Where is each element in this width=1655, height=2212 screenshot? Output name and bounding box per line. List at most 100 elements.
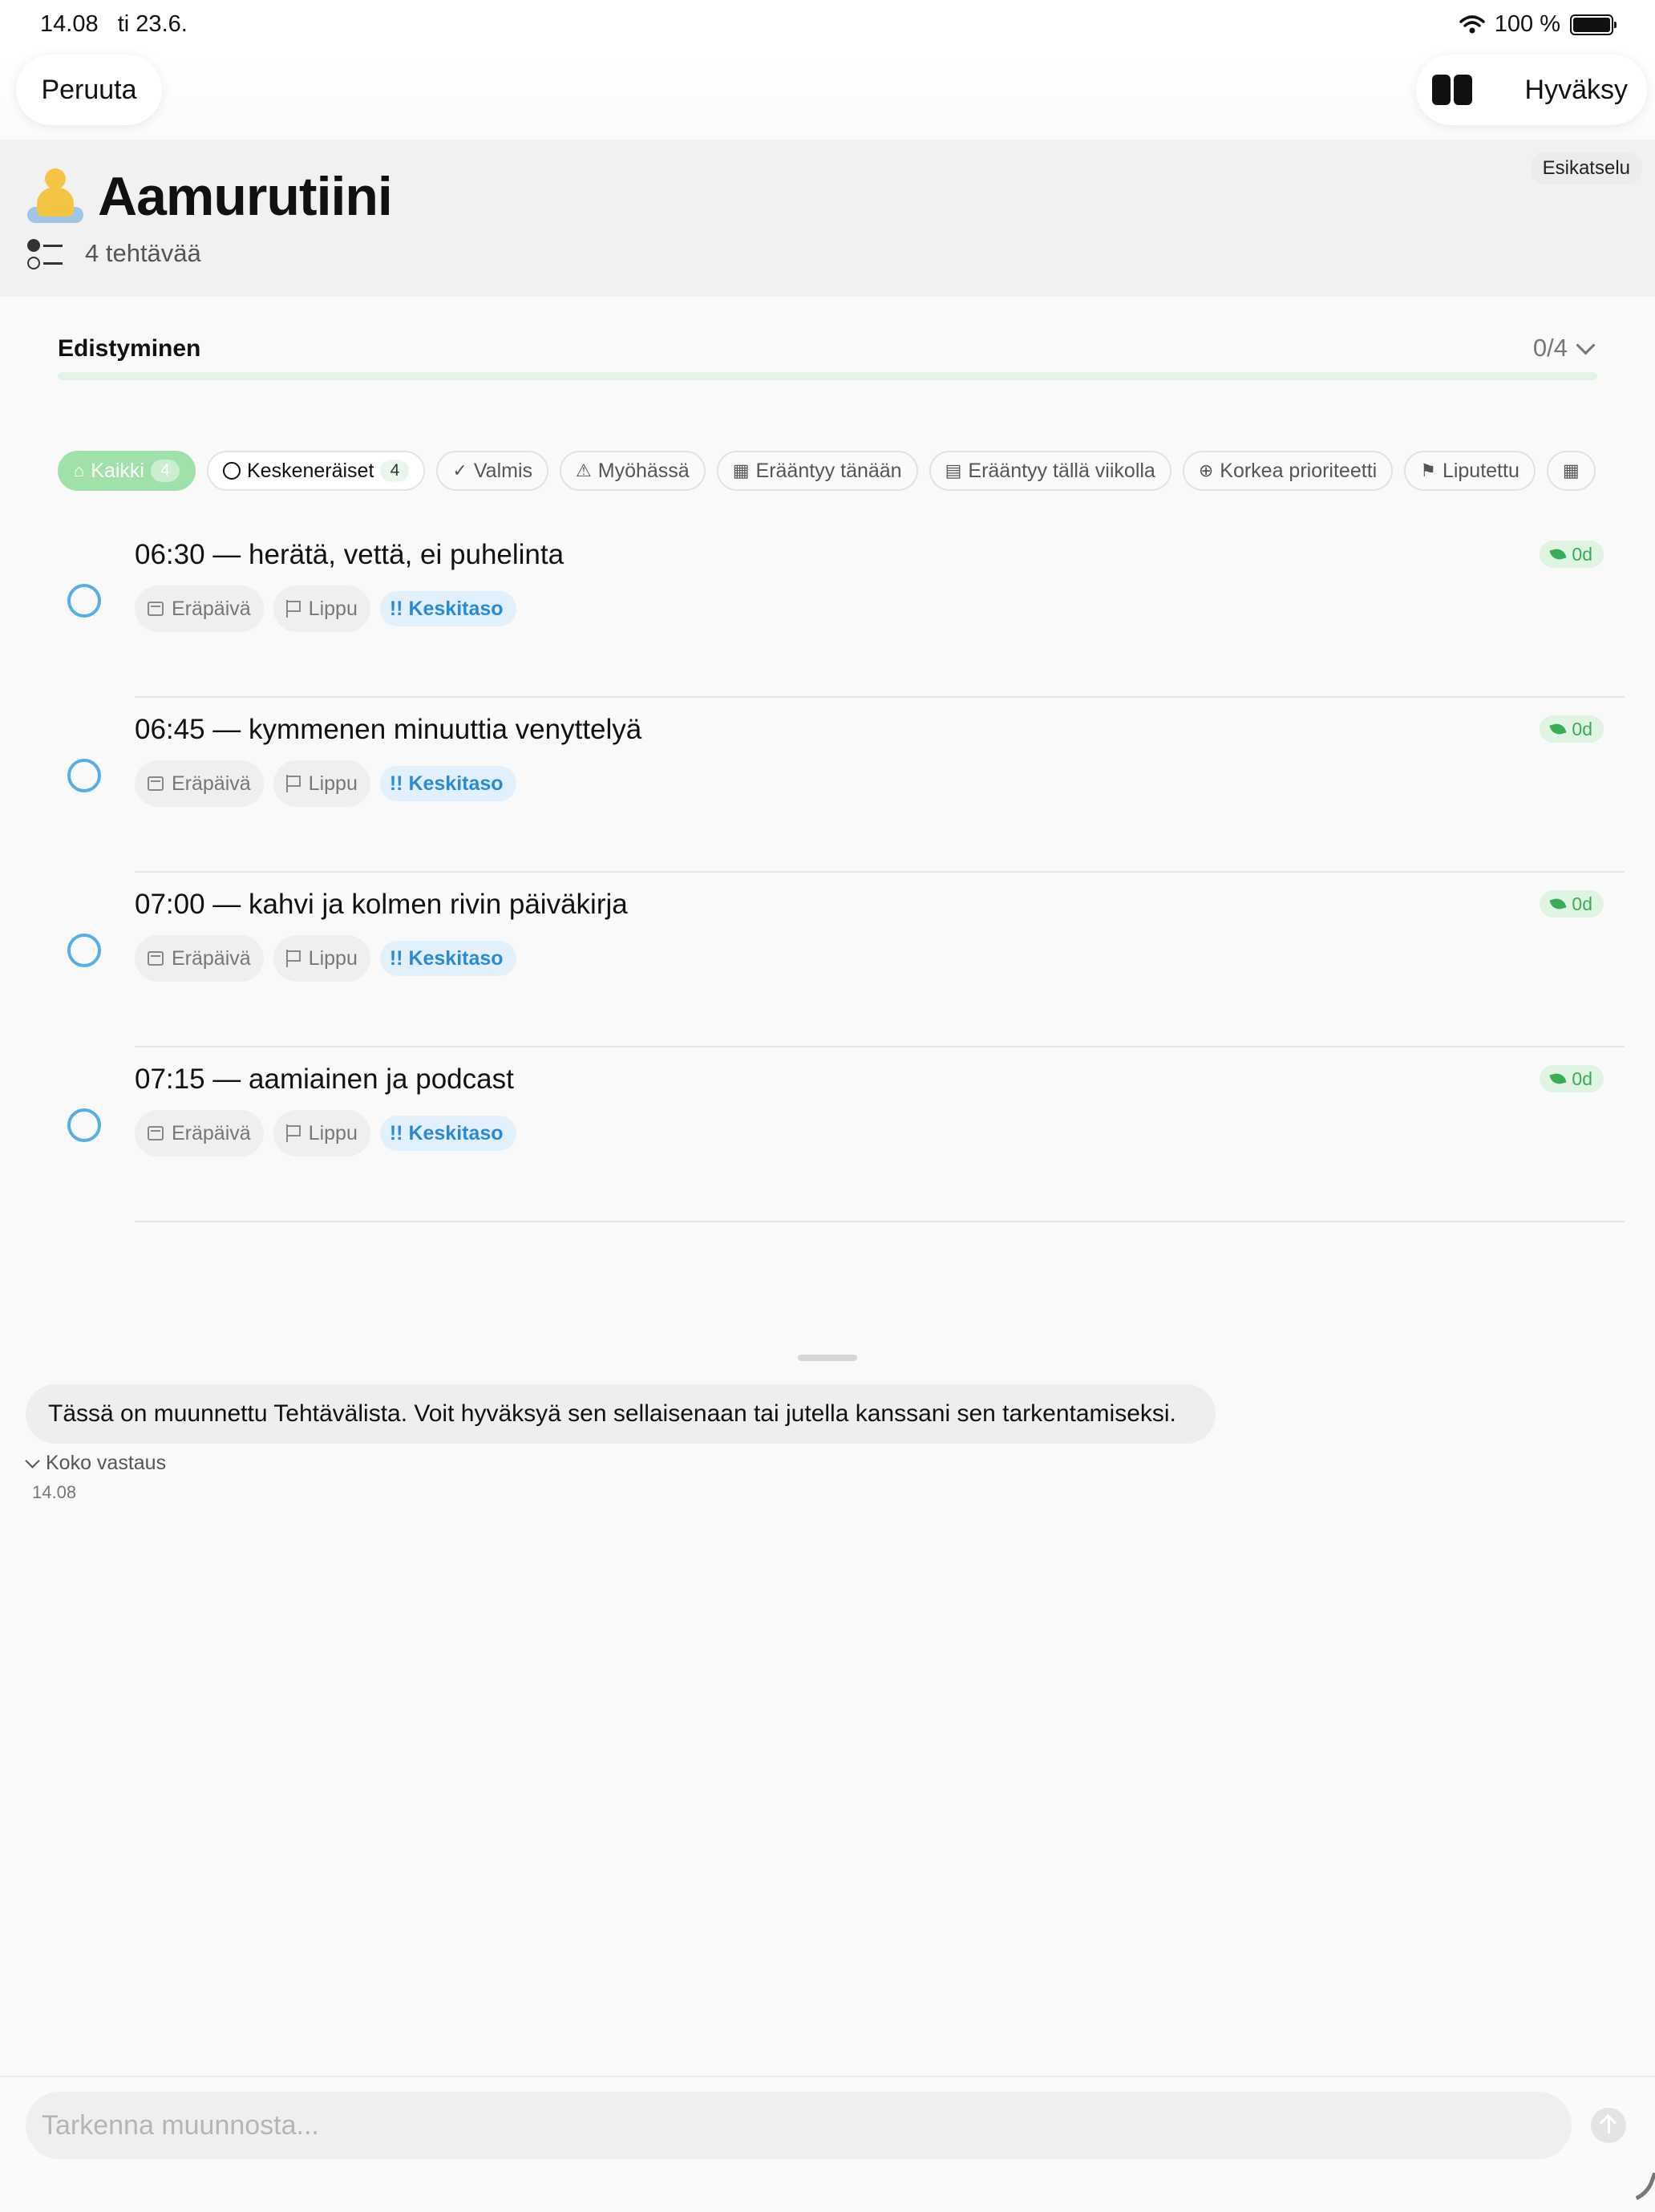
priority-label: !! Keskitaso	[389, 597, 504, 620]
leaf-icon	[1549, 1071, 1567, 1087]
nav-right-group: Hyväksy	[1416, 55, 1647, 125]
task-title[interactable]: 06:45 — kymmenen minuuttia venyttelyä	[135, 714, 641, 746]
preview-badge: Esikatselu	[1530, 152, 1642, 184]
arrow-up-circle-icon: ⊕	[1198, 460, 1214, 480]
filter-chip-0[interactable]: ⌂ Kaikki 4	[58, 451, 196, 491]
flag-button[interactable]: Lippu	[273, 935, 370, 982]
priority-button[interactable]: !! Keskitaso	[379, 591, 516, 626]
page-title: Aamurutiini	[98, 166, 393, 227]
filter-chip-5[interactable]: ▤ Erääntyy tällä viikolla	[929, 451, 1171, 491]
due-date-button[interactable]: Eräpäivä	[135, 760, 264, 807]
task-row[interactable]: 06:45 — kymmenen minuuttia venyttelyä Erä…	[58, 698, 1625, 873]
task-title[interactable]: 06:30 — herätä, vettä, ei puhelinta	[135, 539, 564, 571]
progress-bar	[58, 372, 1597, 380]
task-count-label: 4 tehtävää	[85, 239, 201, 267]
filter-chip-label: Korkea prioriteetti	[1220, 459, 1378, 482]
filter-chip-label: Myöhässä	[597, 459, 690, 482]
complete-checkbox[interactable]	[67, 934, 101, 967]
filter-chip-label: Valmis	[473, 459, 533, 482]
task-count-row: 4 tehtävää	[27, 237, 201, 269]
flag-button[interactable]: Lippu	[273, 1110, 370, 1157]
priority-button[interactable]: !! Keskitaso	[379, 766, 516, 801]
title-row: Aamurutiini	[27, 165, 393, 228]
send-button[interactable]	[1591, 2108, 1626, 2143]
filter-chip-label: Kaikki	[91, 459, 144, 482]
flag-button[interactable]: Lippu	[273, 760, 370, 807]
task-title[interactable]: 07:00 — kahvi ja kolmen rivin päiväkirja	[135, 889, 628, 921]
tray-icon: ⌂	[74, 460, 85, 480]
full-answer-label: Koko vastaus	[46, 1452, 167, 1474]
filter-chip-4[interactable]: ▦ Erääntyy tänään	[716, 451, 918, 491]
status-indicators: 100 %	[1459, 11, 1617, 38]
due-date-button[interactable]: Eräpäivä	[135, 585, 264, 632]
task-row[interactable]: 06:30 — herätä, vettä, ei puhelinta Eräpä…	[58, 523, 1625, 698]
filter-chip-7[interactable]: ⚑ Liputettu	[1404, 451, 1536, 491]
chevron-down-icon	[25, 1453, 40, 1469]
calendar-icon	[148, 602, 164, 616]
due-date-button[interactable]: Eräpäivä	[135, 935, 264, 982]
person-in-lotus-position-icon	[27, 168, 83, 225]
filter-chip-label: Liputettu	[1442, 459, 1519, 482]
complete-checkbox[interactable]	[67, 759, 101, 792]
age-label: 0d	[1572, 893, 1592, 914]
progress-toggle[interactable]: 0/4	[1533, 334, 1596, 363]
cancel-button[interactable]: Peruuta	[16, 55, 162, 125]
progress-label: Edistyminen	[58, 335, 201, 362]
chevron-down-icon	[1576, 334, 1596, 355]
flag-icon: ⚑	[1420, 460, 1436, 480]
message-timestamp: 14.08	[32, 1482, 77, 1502]
age-badge: 0d	[1540, 1065, 1604, 1092]
filter-chip-6[interactable]: ⊕ Korkea prioriteetti	[1182, 451, 1394, 491]
sheet-grabber[interactable]	[798, 1355, 857, 1361]
calendar-icon	[148, 776, 164, 791]
arrow-up-icon	[1607, 2117, 1610, 2133]
due-date-button[interactable]: Eräpäivä	[135, 1110, 264, 1157]
battery-icon	[1570, 14, 1617, 35]
flag-label: Lippu	[308, 946, 358, 970]
filter-chip-2[interactable]: ✓ Valmis	[436, 451, 549, 491]
task-tags: Eräpäivä Lippu !! Keskitaso	[135, 585, 516, 632]
complete-checkbox[interactable]	[67, 584, 101, 618]
navigation-bar	[0, 51, 1655, 140]
leaf-icon	[1549, 721, 1567, 737]
age-label: 0d	[1572, 543, 1592, 565]
filter-chip-row: ⌂ Kaikki 4 Keskeneräiset 4 ✓ Valmis ⚠ Myöhässä ▦ E…	[58, 451, 1596, 491]
due-date-label: Eräpäivä	[172, 946, 251, 970]
flag-icon	[285, 1124, 301, 1142]
filter-bar: ⌂ Kaikki 4 Keskeneräiset 4 ✓ Valmis ⚠ Myöhässä ▦ E…	[0, 441, 1631, 505]
flag-label: Lippu	[308, 772, 358, 795]
sidebar-split-icon[interactable]	[1432, 75, 1472, 105]
flag-label: Lippu	[308, 1121, 358, 1144]
leaf-icon	[1549, 896, 1567, 912]
due-date-label: Eräpäivä	[172, 597, 251, 620]
assistant-message-text: Tässä on muunnettu Tehtävälista. Voit hy…	[48, 1400, 1176, 1427]
priority-button[interactable]: !! Keskitaso	[379, 1116, 516, 1151]
status-time: 14.08	[40, 11, 99, 37]
battery-percent: 100 %	[1494, 11, 1560, 37]
refine-input[interactable]	[26, 2092, 1572, 2159]
task-title[interactable]: 07:15 — aamiainen ja podcast	[135, 1063, 514, 1096]
complete-checkbox[interactable]	[67, 1108, 101, 1142]
calendar-icon	[148, 951, 164, 966]
flag-button[interactable]: Lippu	[273, 585, 370, 632]
filter-chip-label: Erääntyy tänään	[755, 459, 902, 482]
accept-button[interactable]: Hyväksy	[1525, 75, 1628, 106]
task-tags: Eräpäivä Lippu !! Keskitaso	[135, 935, 516, 982]
task-row[interactable]: 07:15 — aamiainen ja podcast Eräpäivä Lipp…	[58, 1047, 1625, 1222]
full-answer-toggle[interactable]: Koko vastaus	[25, 1452, 167, 1475]
age-label: 0d	[1572, 1068, 1592, 1089]
assistant-message: Tässä on muunnettu Tehtävälista. Voit hy…	[26, 1384, 1216, 1444]
calendar-icon: ▤	[945, 460, 962, 480]
task-tags: Eräpäivä Lippu !! Keskitaso	[135, 760, 516, 807]
task-row[interactable]: 07:00 — kahvi ja kolmen rivin päiväkirja…	[58, 873, 1625, 1047]
filter-chip-3[interactable]: ⚠ Myöhässä	[560, 451, 706, 491]
priority-button[interactable]: !! Keskitaso	[379, 941, 516, 976]
filter-chip-overflow[interactable]: ▦	[1546, 451, 1596, 491]
flag-icon	[285, 600, 301, 618]
flag-label: Lippu	[308, 597, 358, 620]
task-tags: Eräpäivä Lippu !! Keskitaso	[135, 1110, 516, 1157]
filter-chip-count: 4	[150, 460, 180, 482]
age-badge: 0d	[1540, 890, 1604, 918]
filter-chip-1[interactable]: Keskeneräiset 4	[206, 451, 426, 491]
due-date-label: Eräpäivä	[172, 772, 251, 795]
